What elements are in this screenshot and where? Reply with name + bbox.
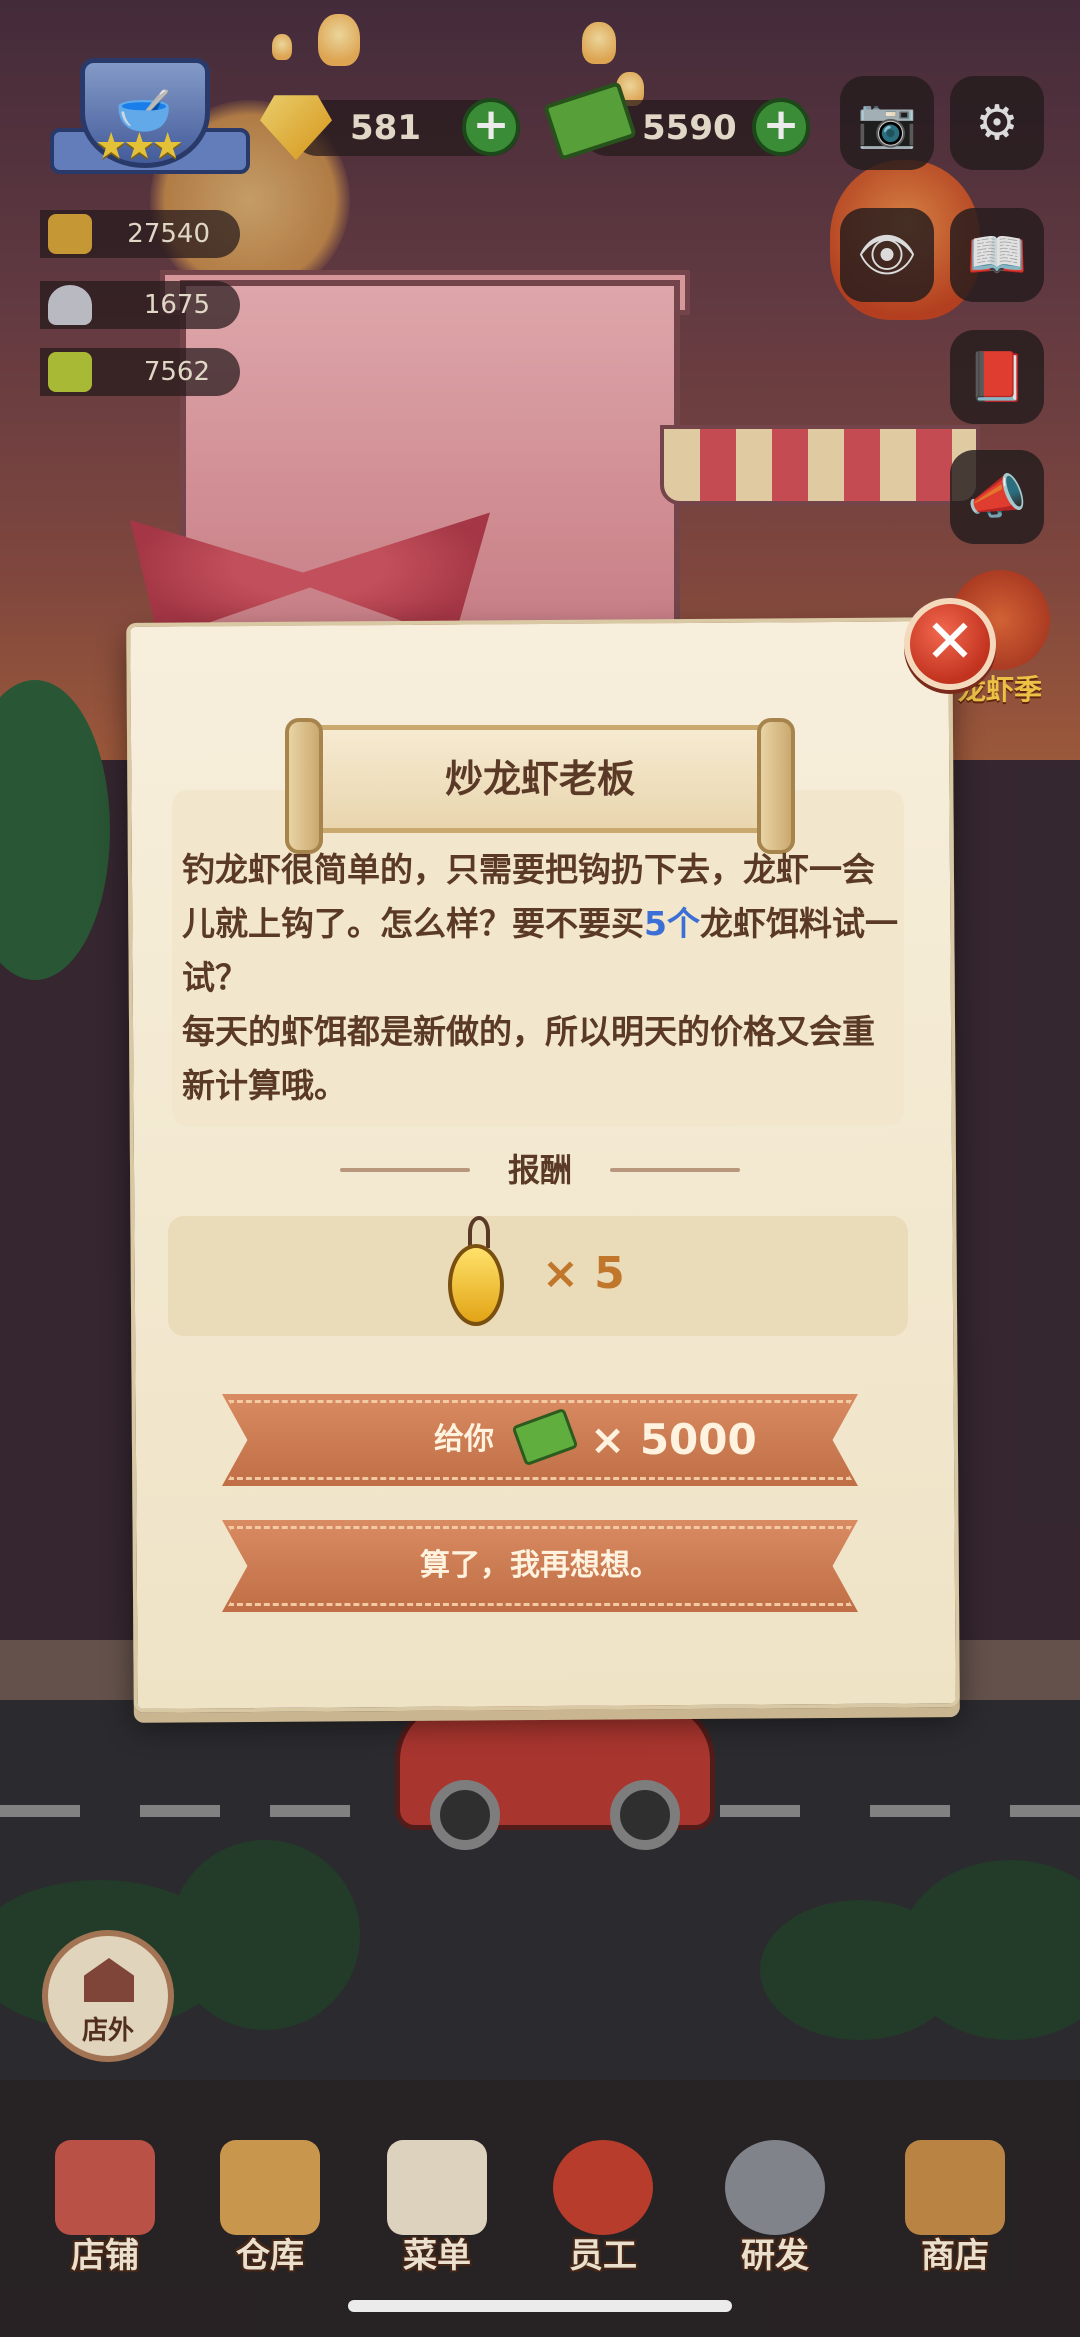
dialog-title: 炒龙虾老板 (444, 757, 635, 801)
close-icon: ✕ (924, 607, 976, 677)
reward-divider-right (610, 1168, 740, 1172)
bait-hook (468, 1216, 490, 1248)
dialog-description: 钓龙虾很简单的，只需要把钩扔下去，龙虾一会儿就上钩了。怎么样？要不要买5个龙虾饵… (182, 843, 902, 1113)
close-button[interactable]: ✕ (904, 598, 996, 690)
buy-bait-button[interactable]: 给你 × 5000 (222, 1394, 858, 1486)
reward-title: 报酬 (507, 1151, 572, 1189)
decline-label: 算了，我再想想。 (420, 1548, 660, 1583)
reward-divider-left (340, 1168, 470, 1172)
reward-panel (168, 1216, 908, 1336)
description-highlight: 5个 (644, 904, 700, 943)
reward-header: 报酬 (330, 1148, 750, 1192)
title-scroll: 炒龙虾老板 (285, 718, 795, 854)
bait-body (448, 1244, 504, 1326)
buy-amount: × 5000 (590, 1415, 757, 1464)
decline-button[interactable]: 算了，我再想想。 (222, 1520, 858, 1612)
shrimp-bait-icon (448, 1216, 508, 1326)
reward-count: × 5 (542, 1248, 625, 1299)
buy-label: 给你 (434, 1422, 494, 1457)
description-text-3: 每天的虾饵都是新做的，所以明天的价格又会重新计算哦。 (182, 1012, 875, 1105)
